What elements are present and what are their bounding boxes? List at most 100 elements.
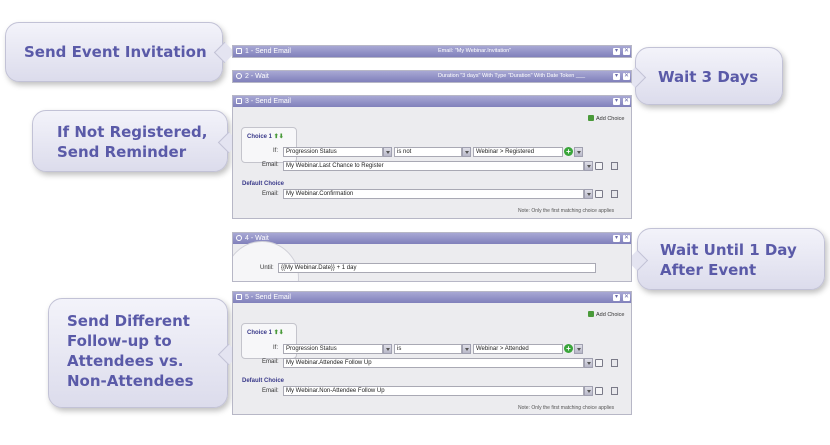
- step-title: 3 - Send Email: [245, 98, 291, 105]
- if-label: If:: [273, 148, 279, 154]
- dropdown-arrow-icon[interactable]: [462, 147, 471, 157]
- minimize-button[interactable]: ▾: [613, 73, 620, 80]
- callout-line: Send Reminder: [57, 143, 187, 161]
- close-button[interactable]: ✕: [623, 48, 630, 55]
- choice-label-text: Choice 1: [247, 330, 273, 336]
- add-condition-icon[interactable]: +: [564, 344, 573, 353]
- email-label: Email:: [262, 388, 279, 394]
- email-label: Email:: [262, 359, 279, 365]
- step-summary: Email: "My Webinar.Invitation": [438, 48, 512, 54]
- until-date-input[interactable]: {{My Webinar.Date}} + 1 day: [278, 263, 596, 273]
- step-summary: Duration "3 days" With Type "Duration" W…: [438, 73, 586, 79]
- preview-email-icon[interactable]: [595, 162, 603, 170]
- add-choice-link[interactable]: Add Choice: [588, 115, 624, 122]
- add-choice-icon: [588, 311, 594, 317]
- condition-field-select[interactable]: Progression Status: [283, 147, 383, 157]
- add-choice-link[interactable]: Add Choice: [588, 311, 624, 318]
- dropdown-arrow-icon[interactable]: [584, 386, 593, 396]
- close-button[interactable]: ✕: [623, 294, 630, 301]
- clock-icon: [236, 73, 242, 79]
- add-choice-label: Add Choice: [596, 312, 625, 318]
- operator-select[interactable]: is: [394, 344, 462, 354]
- callout-text: If Not Registered, Send Reminder: [33, 111, 227, 162]
- dropdown-arrow-icon[interactable]: [584, 358, 593, 368]
- step-5-send-email[interactable]: 5 - Send Email ▾ ✕ Add Choice Choice 1 ⬆…: [232, 291, 632, 415]
- step-header[interactable]: 4 - Wait ▾ ✕: [233, 233, 631, 244]
- default-choice-label: Default Choice: [242, 181, 285, 187]
- callout-text: Send Different Follow-up to Attendees vs…: [49, 299, 227, 391]
- step-title: 1 - Send Email: [245, 48, 291, 55]
- until-label: Until:: [260, 265, 274, 271]
- close-button[interactable]: ✕: [623, 235, 630, 242]
- close-button[interactable]: ✕: [623, 98, 630, 105]
- step-header[interactable]: 5 - Send Email ▾ ✕: [233, 292, 631, 303]
- dropdown-arrow-icon[interactable]: [574, 344, 583, 354]
- choice-label: Choice 1 ⬆⬇: [247, 329, 284, 336]
- minimize-button[interactable]: ▾: [613, 98, 620, 105]
- default-email-select[interactable]: My Webinar.Non-Attendee Follow Up: [283, 386, 584, 396]
- add-condition-icon[interactable]: +: [564, 147, 573, 156]
- preview-email-icon[interactable]: [595, 387, 603, 395]
- default-email-select[interactable]: My Webinar.Confirmation: [283, 189, 584, 199]
- close-button[interactable]: ✕: [623, 73, 630, 80]
- email-label: Email:: [262, 191, 279, 197]
- step-header[interactable]: 3 - Send Email ▾ ✕: [233, 96, 631, 107]
- if-label: If:: [273, 345, 279, 351]
- step-4-wait[interactable]: 4 - Wait ▾ ✕ Until: {{My Webinar.Date}} …: [232, 232, 632, 282]
- email-step-icon: [236, 294, 242, 300]
- minimize-button[interactable]: ▾: [613, 235, 620, 242]
- email-step-icon: [236, 98, 242, 104]
- minimize-button[interactable]: ▾: [613, 294, 620, 301]
- choice-label: Choice 1 ⬆⬇: [247, 133, 284, 140]
- callout-send-event-invitation: Send Event Invitation: [5, 22, 236, 82]
- callout-line: Non-Attendees: [67, 372, 194, 390]
- value-select[interactable]: Webinar > Registered: [473, 147, 563, 157]
- step-title: 5 - Send Email: [245, 294, 291, 301]
- minimize-button[interactable]: ▾: [613, 48, 620, 55]
- operator-select[interactable]: is not: [394, 147, 462, 157]
- preview-email-icon[interactable]: [595, 190, 603, 198]
- dropdown-arrow-icon[interactable]: [383, 147, 392, 157]
- callout-not-registered-reminder: If Not Registered, Send Reminder: [32, 110, 240, 172]
- callout-text: Send Event Invitation: [24, 43, 207, 61]
- dropdown-arrow-icon[interactable]: [584, 189, 593, 199]
- delete-icon[interactable]: [611, 190, 618, 198]
- add-choice-icon: [588, 115, 594, 121]
- choice-1-tab[interactable]: Choice 1 ⬆⬇: [241, 127, 297, 163]
- matching-choice-note: Note: Only the first matching choice app…: [518, 208, 615, 214]
- matching-choice-note: Note: Only the first matching choice app…: [518, 405, 615, 411]
- step-2-wait[interactable]: 2 - Wait Duration "3 days" With Type "Du…: [232, 70, 632, 83]
- callout-line: Wait Until 1 Day: [660, 241, 797, 259]
- email-select[interactable]: My Webinar.Last Chance to Register: [283, 161, 584, 171]
- delete-icon[interactable]: [611, 359, 618, 367]
- callout-line: Send Different: [67, 312, 190, 330]
- dropdown-arrow-icon[interactable]: [574, 147, 583, 157]
- choice-label-text: Choice 1: [247, 134, 273, 140]
- dropdown-arrow-icon[interactable]: [584, 161, 593, 171]
- step-header[interactable]: 2 - Wait Duration "3 days" With Type "Du…: [233, 71, 631, 82]
- dropdown-arrow-icon[interactable]: [462, 344, 471, 354]
- wait-clock-graphic: [233, 241, 299, 281]
- email-label: Email:: [262, 162, 279, 168]
- callout-line: Follow-up to: [67, 332, 172, 350]
- step-title: 2 - Wait: [245, 73, 269, 80]
- delete-icon[interactable]: [611, 387, 618, 395]
- default-choice-label: Default Choice: [242, 378, 285, 384]
- callout-line: If Not Registered,: [57, 123, 208, 141]
- condition-field-select[interactable]: Progression Status: [283, 344, 383, 354]
- callout-wait-3-days: Wait 3 Days: [624, 47, 783, 105]
- value-select[interactable]: Webinar > Attended: [473, 344, 563, 354]
- callout-wait-until-after-event: Wait Until 1 Day After Event: [626, 228, 825, 290]
- delete-icon[interactable]: [611, 162, 618, 170]
- reorder-arrows-icon[interactable]: ⬆⬇: [274, 134, 284, 140]
- callout-text: Wait Until 1 Day After Event: [638, 229, 824, 280]
- preview-email-icon[interactable]: [595, 359, 603, 367]
- reorder-arrows-icon[interactable]: ⬆⬇: [274, 330, 284, 336]
- step-3-send-email[interactable]: 3 - Send Email ▾ ✕ Add Choice Choice 1 ⬆…: [232, 95, 632, 219]
- step-header[interactable]: 1 - Send Email Email: "My Webinar.Invita…: [233, 46, 631, 57]
- add-choice-label: Add Choice: [596, 116, 625, 122]
- step-1-send-email[interactable]: 1 - Send Email Email: "My Webinar.Invita…: [232, 45, 632, 58]
- callout-different-followup: Send Different Follow-up to Attendees vs…: [48, 298, 240, 408]
- email-select[interactable]: My Webinar.Attendee Follow Up: [283, 358, 584, 368]
- dropdown-arrow-icon[interactable]: [383, 344, 392, 354]
